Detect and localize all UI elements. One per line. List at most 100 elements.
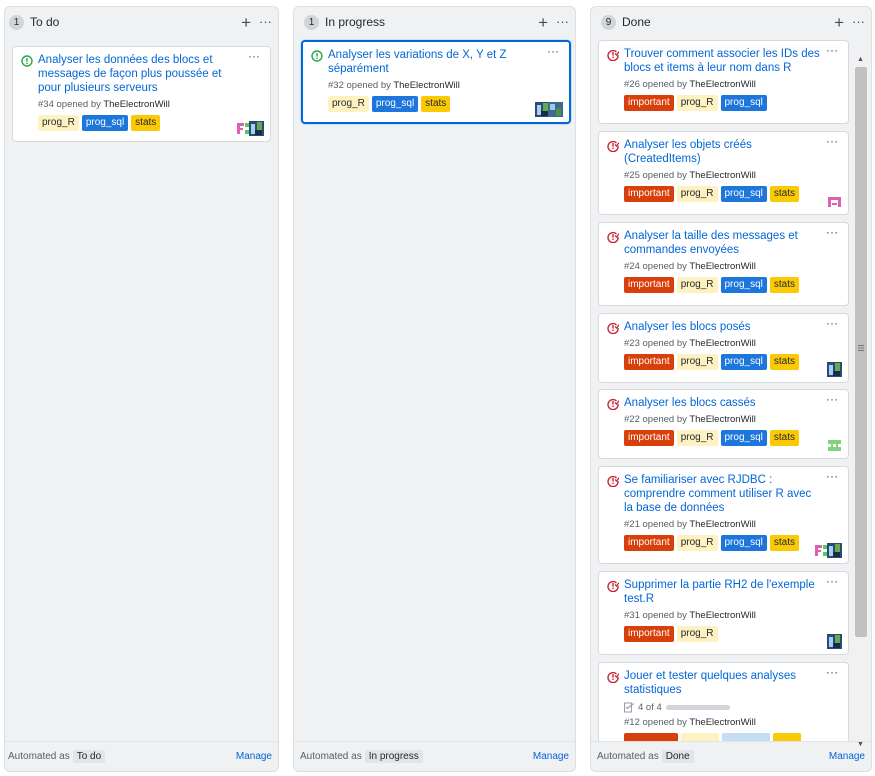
card-menu-icon[interactable]: ···: [826, 317, 838, 329]
avatar[interactable]: [827, 194, 842, 209]
issue-number: #34: [38, 99, 54, 110]
label-prog-r[interactable]: prog_R: [676, 95, 718, 111]
avatar[interactable]: [827, 543, 842, 558]
issue-card[interactable]: ··· Jouer et tester quelques analyses st…: [598, 662, 849, 741]
manage-automation-link[interactable]: Manage: [236, 751, 272, 762]
issue-card[interactable]: ··· Analyser les blocs cassés #22 opened…: [598, 389, 849, 459]
scrollbar-thumb[interactable]: [855, 67, 867, 637]
author-link[interactable]: TheElectronWill: [689, 338, 756, 349]
issue-card[interactable]: ··· Analyser les données des blocs et me…: [12, 46, 271, 142]
scroll-up-icon[interactable]: ▲: [857, 56, 864, 63]
card-menu-icon[interactable]: ···: [826, 393, 838, 405]
label-prog-r[interactable]: [681, 733, 719, 741]
label-prog-sql[interactable]: prog_sql: [720, 277, 767, 293]
automation-preset: In progress: [364, 750, 423, 763]
label-important[interactable]: important: [624, 354, 674, 370]
label-important[interactable]: important: [624, 430, 674, 446]
manage-automation-link[interactable]: Manage: [533, 751, 569, 762]
label-important[interactable]: important: [624, 535, 674, 551]
add-card-icon[interactable]: +: [538, 14, 548, 31]
label-prog-sql[interactable]: [722, 733, 770, 741]
label-stats[interactable]: stats: [421, 96, 451, 112]
card-title-link[interactable]: Analyser les blocs cassés: [624, 396, 840, 410]
label-important[interactable]: important: [624, 277, 674, 293]
label-stats[interactable]: stats: [769, 354, 799, 370]
card-menu-icon[interactable]: ···: [248, 50, 260, 62]
card-menu-icon[interactable]: ···: [547, 45, 559, 57]
author-link[interactable]: TheElectronWill: [689, 261, 756, 272]
avatar[interactable]: [249, 121, 264, 136]
card-title-link[interactable]: Analyser la taille des messages et comma…: [624, 229, 840, 257]
issue-closed-icon: [607, 231, 619, 243]
column-header: 9 Done + ···: [591, 7, 871, 37]
label-prog-r[interactable]: prog_R: [676, 277, 718, 293]
avatar[interactable]: [827, 438, 842, 453]
label-stats[interactable]: stats: [769, 535, 799, 551]
column-menu-icon[interactable]: ···: [556, 15, 569, 28]
label-prog-sql[interactable]: prog_sql: [371, 96, 419, 112]
label-prog-r[interactable]: prog_R: [676, 626, 718, 642]
label-prog-r[interactable]: prog_R: [328, 96, 369, 112]
card-title-link[interactable]: Analyser les blocs posés: [624, 320, 840, 334]
author-link[interactable]: TheElectronWill: [689, 414, 756, 425]
card-menu-icon[interactable]: ···: [826, 575, 838, 587]
card-menu-icon[interactable]: ···: [826, 666, 838, 678]
author-link[interactable]: TheElectronWill: [689, 610, 756, 621]
label-list: important prog_R prog_sql stats: [624, 430, 840, 446]
label-stats[interactable]: stats: [769, 186, 799, 202]
label-prog-r[interactable]: prog_R: [676, 535, 718, 551]
manage-automation-link[interactable]: Manage: [829, 751, 865, 762]
label-important[interactable]: important: [624, 95, 674, 111]
card-title-link[interactable]: Jouer et tester quelques analyses statis…: [624, 669, 840, 697]
author-link[interactable]: TheElectronWill: [393, 80, 460, 91]
label-prog-sql[interactable]: prog_sql: [720, 430, 767, 446]
label-stats[interactable]: stats: [131, 115, 161, 131]
author-link[interactable]: TheElectronWill: [689, 170, 756, 181]
label-prog-sql[interactable]: prog_sql: [720, 95, 767, 111]
card-title-link[interactable]: Supprimer la partie RH2 de l'exemple tes…: [624, 578, 840, 606]
label-prog-sql[interactable]: prog_sql: [720, 354, 767, 370]
card-title-link[interactable]: Se familiariser avec RJDBC : comprendre …: [624, 473, 840, 515]
issue-card[interactable]: ··· Supprimer la partie RH2 de l'exemple…: [598, 571, 849, 655]
issue-card[interactable]: ··· Analyser les variations de X, Y et Z…: [301, 40, 571, 124]
issue-card[interactable]: ··· Trouver comment associer les IDs des…: [598, 40, 849, 124]
card-title-link[interactable]: Analyser les données des blocs et messag…: [38, 53, 262, 95]
avatar[interactable]: [827, 634, 842, 649]
label-prog-sql[interactable]: prog_sql: [81, 115, 129, 131]
card-menu-icon[interactable]: ···: [826, 135, 838, 147]
author-link[interactable]: TheElectronWill: [689, 79, 756, 90]
card-menu-icon[interactable]: ···: [826, 44, 838, 56]
issue-card[interactable]: ··· Analyser la taille des messages et c…: [598, 222, 849, 306]
column-menu-icon[interactable]: ···: [259, 15, 272, 28]
label-list: important prog_R: [624, 626, 840, 642]
label-stats[interactable]: [773, 733, 801, 741]
avatar[interactable]: [548, 102, 563, 117]
label-prog-sql[interactable]: prog_sql: [720, 535, 767, 551]
add-card-icon[interactable]: +: [241, 14, 251, 31]
label-stats[interactable]: stats: [769, 277, 799, 293]
label-important[interactable]: important: [624, 186, 674, 202]
author-link[interactable]: TheElectronWill: [103, 99, 170, 110]
card-title-link[interactable]: Analyser les variations de X, Y et Z sép…: [328, 48, 561, 76]
issue-card[interactable]: ··· Analyser les objets créés (CreatedIt…: [598, 131, 849, 215]
label-prog-r[interactable]: prog_R: [38, 115, 79, 131]
card-menu-icon[interactable]: ···: [826, 226, 838, 238]
issue-card[interactable]: ··· Se familiariser avec RJDBC : compren…: [598, 466, 849, 564]
card-title-link[interactable]: Trouver comment associer les IDs des blo…: [624, 47, 840, 75]
add-card-icon[interactable]: +: [834, 14, 844, 31]
column-scrollbar[interactable]: ▲ ▼: [855, 56, 867, 748]
label-important[interactable]: [624, 733, 678, 741]
issue-card[interactable]: ··· Analyser les blocs posés #23 opened …: [598, 313, 849, 383]
author-link[interactable]: TheElectronWill: [689, 717, 756, 728]
label-prog-r[interactable]: prog_R: [676, 354, 718, 370]
card-title-link[interactable]: Analyser les objets créés (CreatedItems): [624, 138, 840, 166]
label-prog-r[interactable]: prog_R: [676, 186, 718, 202]
author-link[interactable]: TheElectronWill: [689, 519, 756, 530]
label-important[interactable]: important: [624, 626, 674, 642]
label-stats[interactable]: stats: [769, 430, 799, 446]
card-menu-icon[interactable]: ···: [826, 470, 838, 482]
label-prog-sql[interactable]: prog_sql: [720, 186, 767, 202]
avatar[interactable]: [827, 362, 842, 377]
label-prog-r[interactable]: prog_R: [676, 430, 718, 446]
column-menu-icon[interactable]: ···: [852, 15, 865, 28]
